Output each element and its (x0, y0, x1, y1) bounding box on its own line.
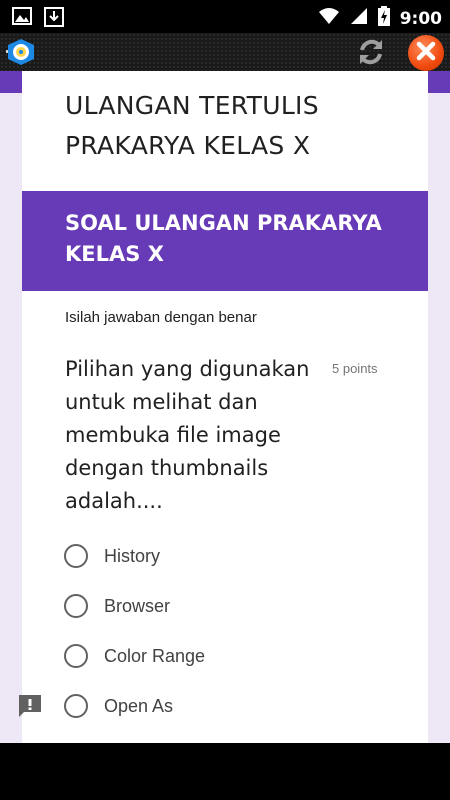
battery-charging-icon (377, 6, 390, 31)
wifi-icon (318, 7, 340, 30)
image-icon (12, 7, 32, 32)
question-points: 5 points (332, 361, 378, 376)
radio-button[interactable] (64, 594, 88, 618)
download-icon (44, 7, 64, 32)
option-browser[interactable]: Browser (64, 590, 364, 622)
form-card: ULANGAN TERTULIS PRAKARYA KELAS X SOAL U… (22, 71, 428, 743)
refresh-icon (355, 39, 387, 72)
radio-button[interactable] (64, 544, 88, 568)
form-title: ULANGAN TERTULIS PRAKARYA KELAS X (65, 91, 319, 160)
form-page: ULANGAN TERTULIS PRAKARYA KELAS X SOAL U… (0, 71, 450, 743)
radio-button[interactable] (64, 644, 88, 668)
option-label: Color Range (104, 645, 206, 666)
signal-icon (350, 7, 368, 30)
navigation-bar (0, 743, 450, 800)
section-description: Isilah jawaban dengan benar (65, 309, 257, 326)
tut-wuri-handayani-logo (4, 37, 38, 67)
question-text: Pilihan yang digunakan untuk melihat dan… (65, 357, 310, 513)
close-icon (416, 41, 436, 66)
section-header: SOAL ULANGAN PRAKARYA KELAS X (22, 191, 428, 291)
close-button[interactable] (408, 35, 444, 71)
feedback-icon (17, 695, 43, 723)
status-time: 9:00 (399, 8, 442, 29)
app-toolbar (0, 33, 450, 71)
section-title: SOAL ULANGAN PRAKARYA KELAS X (65, 211, 382, 266)
option-label: History (104, 545, 161, 566)
option-history[interactable]: History (64, 540, 364, 572)
option-open-as[interactable]: Open As (64, 690, 364, 722)
feedback-button[interactable] (17, 693, 43, 719)
radio-button[interactable] (64, 694, 88, 718)
status-bar: 9:00 (0, 0, 450, 33)
option-label: Open As (104, 695, 174, 716)
option-label: Browser (104, 595, 171, 616)
option-color-range[interactable]: Color Range (64, 640, 364, 672)
refresh-button[interactable] (355, 36, 387, 68)
